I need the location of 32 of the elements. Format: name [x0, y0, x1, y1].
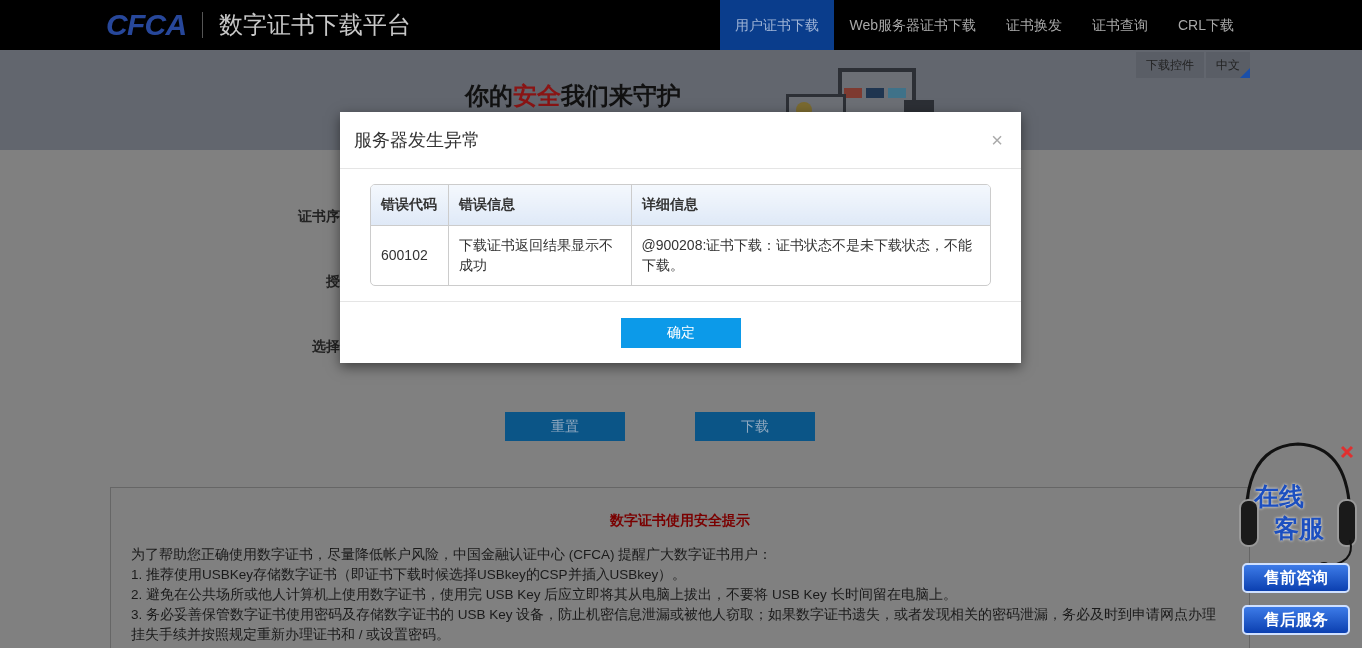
- service-button[interactable]: 售前咨询: [1242, 563, 1350, 593]
- site-title: 数字证书下载平台: [219, 10, 412, 41]
- nav-tab[interactable]: CRL下载: [1163, 0, 1249, 50]
- nav-tab[interactable]: Web服务器证书下载: [834, 0, 991, 50]
- nav-tab[interactable]: 用户证书下载: [720, 0, 835, 50]
- nav-tab[interactable]: 证书查询: [1077, 0, 1163, 50]
- slogan: 你的安全我们来守护: [465, 81, 681, 111]
- notice-text: 2. 避免在公共场所或他人计算机上使用数字证书，使用完 USB Key 后应立即将其从电脑上拔出，不要将 USB Key 长时间留在电脑上。: [131, 586, 958, 604]
- form-label: 选择: [312, 337, 340, 355]
- notice-title: 数字证书使用安全提示: [609, 511, 751, 530]
- table-cell: 下载证书返回结果显示不成功: [448, 225, 631, 285]
- chat-title: 客服: [1274, 513, 1324, 544]
- notice-text: 为了帮助您正确使用数字证书，尽量降低帐户风险，中国金融认证中心 (CFCA) 提醒广大数字证书用户：: [131, 546, 774, 564]
- close-icon[interactable]: [1340, 445, 1354, 459]
- banner-link[interactable]: 下载控件: [1136, 52, 1204, 78]
- confirm-button[interactable]: 确定: [620, 317, 741, 348]
- notice-text: 3. 务必妥善保管数字证书使用密码及存储数字证书的 USB Key 设备，防止机密信息泄漏或被他人窃取；如果数字证书遗失，或者发现相关的密码泄漏，务必及时到申请网点办理挂失手续并按照规定重新办理证书和 / 或设置密码。: [131, 606, 1218, 644]
- logo: CFCA: [106, 10, 187, 40]
- form-label: 授: [326, 272, 340, 290]
- table-cell: 600102: [371, 225, 448, 285]
- chat-title: 在线: [1254, 481, 1304, 512]
- nav-tab[interactable]: 证书换发: [991, 0, 1077, 50]
- dialog-title: 服务器发生异常: [354, 128, 480, 152]
- service-button[interactable]: 售后服务: [1242, 605, 1350, 635]
- notice-text: 1. 推荐使用USBKey存储数字证书（即证书下载时候选择USBkey的CSP并插入USBkey）。: [131, 566, 688, 584]
- table-cell: @900208:证书下载：证书状态不是未下载状态，不能下载。: [631, 225, 990, 285]
- column-header: 详细信息: [631, 185, 990, 225]
- form-label: 证书序: [298, 207, 340, 225]
- form-button[interactable]: 下载: [695, 412, 815, 441]
- form-button[interactable]: 重置: [505, 412, 625, 441]
- column-header: 错误信息: [448, 185, 631, 225]
- column-header: 错误代码: [371, 185, 448, 225]
